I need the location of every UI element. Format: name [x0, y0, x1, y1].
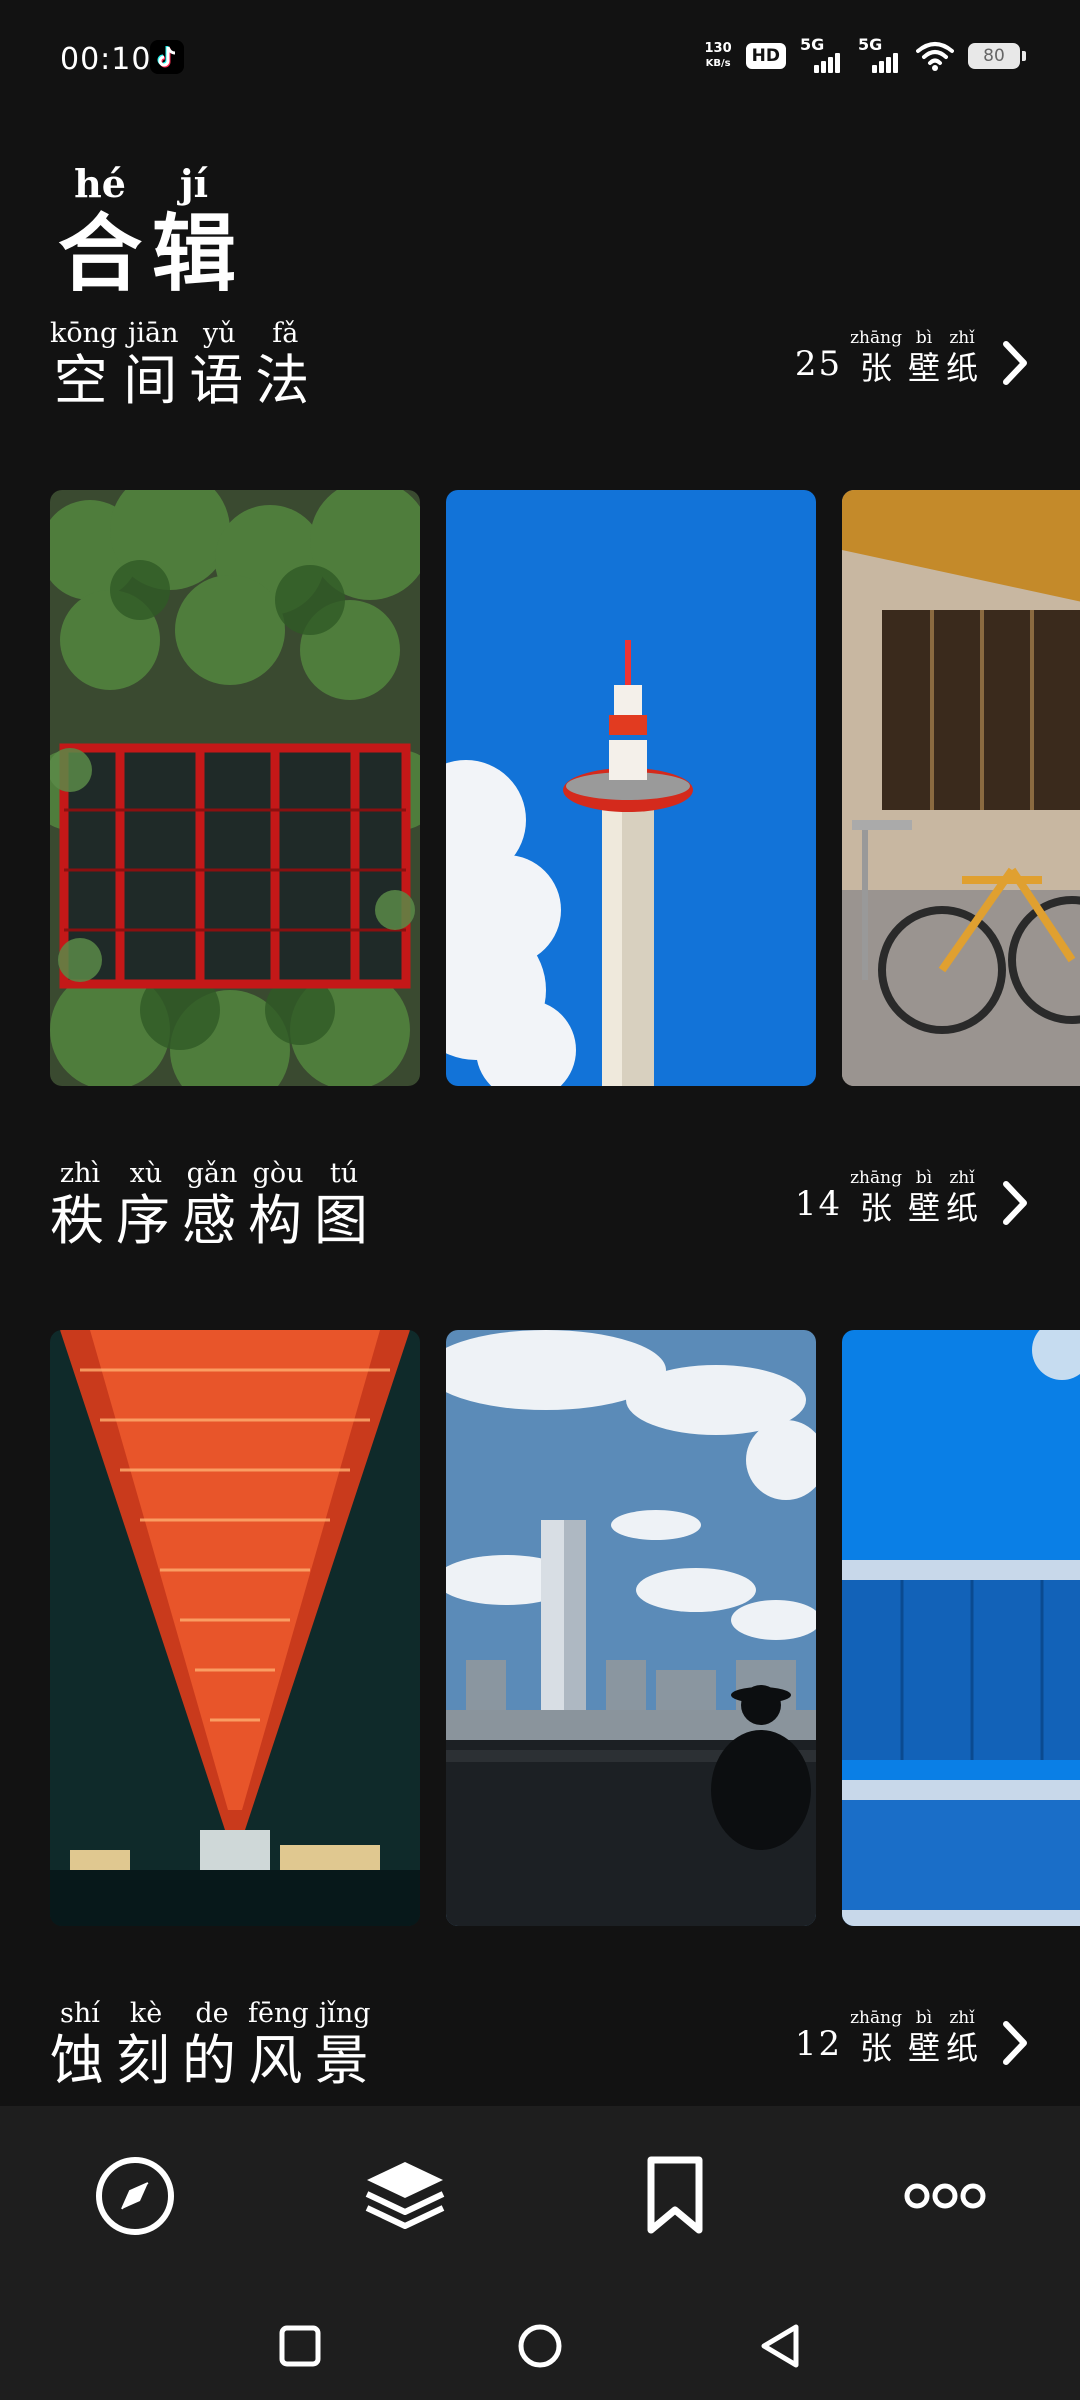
- page-title: hé 合 jí 辑: [58, 160, 236, 300]
- hd-voice-badge: HD: [745, 43, 786, 69]
- recents-square-icon: [279, 2325, 321, 2367]
- wallpaper-thumbnail[interactable]: [50, 1330, 420, 1926]
- title-pinyin: jí: [179, 161, 209, 206]
- layers-icon: [365, 2162, 445, 2229]
- chevron-right-icon[interactable]: [1000, 2018, 1030, 2068]
- wallpaper-count: 12: [794, 2024, 843, 2064]
- bottom-nav-bar: [0, 2106, 1080, 2296]
- wallpaper-unit-label: zhāng 张 bì 壁 zhǐ 纸: [850, 1168, 978, 1227]
- tiktok-notification-icon: [150, 40, 184, 74]
- wallpaper-count: 14: [794, 1184, 843, 1224]
- collection-header-1[interactable]: kōng 空 jiān 间 yǔ 语 fǎ 法 25 zhāng 张 bì 壁 zhǐ 纸: [50, 318, 1030, 418]
- chevron-right-icon[interactable]: [1000, 1178, 1030, 1228]
- status-time: 00:10: [60, 42, 152, 77]
- wallpaper-thumbnail[interactable]: [50, 490, 420, 1086]
- wallpaper-count: 25: [794, 344, 843, 384]
- collection-header-3[interactable]: shí 蚀 kè 刻 de 的 fēng 风 jǐng 景 12 zhāng 张 bì 壁 z…: [50, 1998, 1030, 2098]
- wallpaper-unit-label: zhāng 张 bì 壁 zhǐ 纸: [850, 2008, 978, 2067]
- system-nav-bar: [0, 2296, 1080, 2400]
- network-speed: 130 KB/s: [704, 41, 732, 69]
- wallpaper-count-link[interactable]: 25 zhāng 张 bì 壁 zhǐ 纸: [795, 328, 1030, 388]
- wallpaper-count-link[interactable]: 12 zhāng 张 bì 壁 zhǐ 纸: [795, 2008, 1030, 2068]
- nav-discover[interactable]: [85, 2146, 185, 2246]
- back-triangle-icon: [761, 2324, 799, 2368]
- wallpaper-thumbnail[interactable]: [842, 1330, 1080, 1926]
- title-char: 辑: [152, 204, 237, 303]
- collection-header-2[interactable]: zhì 秩 xù 序 gǎn 感 gòu 构 tú 图 14 zhāng 张 bì 壁 zhǐ…: [50, 1158, 1030, 1258]
- recents-button[interactable]: [270, 2316, 330, 2376]
- collection-thumbnails-1: [50, 490, 1080, 1086]
- sim2-signal-icon: 5G: [858, 35, 902, 73]
- nav-collections[interactable]: [355, 2146, 455, 2246]
- collection-name: shí 蚀 kè 刻 de 的 fēng 风 jǐng 景: [50, 1998, 375, 2092]
- sim1-signal-icon: 5G: [800, 35, 844, 73]
- back-button[interactable]: [750, 2316, 810, 2376]
- status-bar: 00:10 130 KB/s HD 5G 5G 80: [0, 0, 1080, 110]
- battery-icon: 80: [968, 43, 1026, 69]
- chevron-right-icon[interactable]: [1000, 338, 1030, 388]
- wallpaper-thumbnail[interactable]: [446, 490, 816, 1086]
- wallpaper-thumbnail[interactable]: [446, 1330, 816, 1926]
- bookmark-icon: [647, 2156, 703, 2234]
- compass-icon: [96, 2157, 174, 2235]
- home-circle-icon: [518, 2324, 562, 2368]
- title-char: 合: [58, 204, 143, 303]
- home-button[interactable]: [510, 2316, 570, 2376]
- collection-name: zhì 秩 xù 序 gǎn 感 gòu 构 tú 图: [50, 1158, 374, 1252]
- collection-thumbnails-2: [50, 1330, 1080, 1926]
- more-icon: [904, 2183, 986, 2209]
- nav-more[interactable]: [895, 2146, 995, 2246]
- wallpaper-count-link[interactable]: 14 zhāng 张 bì 壁 zhǐ 纸: [795, 1168, 1030, 1228]
- nav-favorites[interactable]: [625, 2146, 725, 2246]
- collection-name: kōng 空 jiān 间 yǔ 语 fǎ 法: [50, 318, 316, 412]
- wifi-icon: [916, 42, 954, 71]
- title-pinyin: hé: [74, 161, 126, 206]
- wallpaper-unit-label: zhāng 张 bì 壁 zhǐ 纸: [850, 328, 978, 387]
- wallpaper-thumbnail[interactable]: [842, 490, 1080, 1086]
